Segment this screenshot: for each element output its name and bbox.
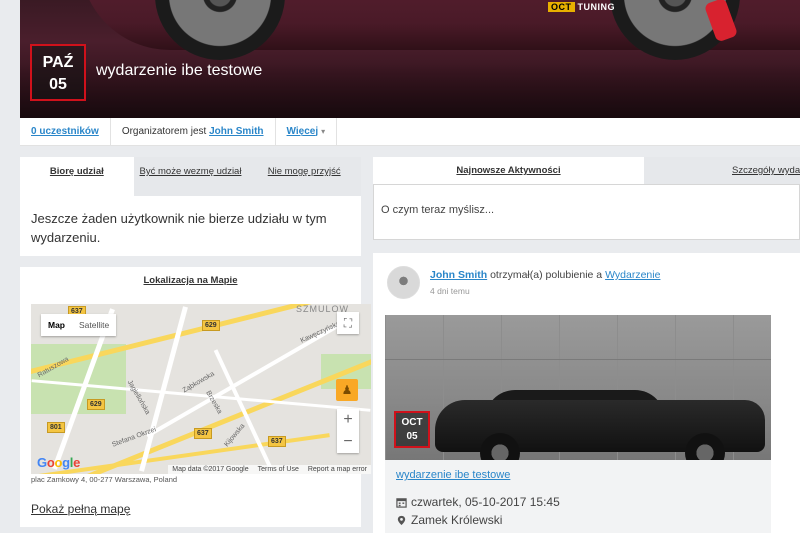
fullscreen-icon[interactable]: ⛶ bbox=[337, 312, 359, 334]
map-type-satellite-button[interactable]: Satellite bbox=[72, 314, 116, 336]
event-cover: OCT TUNING PAŹ 05 wydarzenie ibe testowe bbox=[20, 0, 800, 118]
activity-action-text: otrzymał(a) polubienie a bbox=[490, 269, 603, 281]
event-day: 05 bbox=[49, 76, 67, 93]
more-link[interactable]: Więcej bbox=[287, 126, 319, 137]
report-map-error-link[interactable]: Report a map error bbox=[308, 466, 367, 473]
event-date-badge: PAŹ 05 bbox=[30, 44, 86, 101]
activity-tabs: Najnowsze Aktywności Szczegóły wyda bbox=[373, 157, 800, 184]
participants-item: 0 uczestników bbox=[20, 117, 111, 146]
more-menu[interactable]: Więcej ▾ bbox=[276, 117, 338, 146]
event-info-bar: 0 uczestników Organizatorem jest John Sm… bbox=[20, 117, 800, 146]
zoom-out-button[interactable]: − bbox=[337, 431, 359, 453]
avatar[interactable] bbox=[387, 266, 420, 299]
status-input[interactable] bbox=[374, 185, 799, 216]
map-road-shield: 629 bbox=[87, 399, 105, 410]
event-card-photo[interactable]: OCT 05 bbox=[385, 315, 771, 460]
map-street-label: Kawęczyńska bbox=[299, 320, 342, 345]
street-view-pegman-icon[interactable]: ♟ bbox=[336, 379, 358, 401]
card-day: 05 bbox=[406, 431, 418, 442]
organizer-item: Organizatorem jest John Smith bbox=[111, 117, 276, 146]
cover-brand-logo: OCT TUNING bbox=[548, 2, 615, 12]
participants-link[interactable]: 0 uczestników bbox=[31, 126, 99, 137]
event-card: OCT 05 wydarzenie ibe testowe czwartek, … bbox=[385, 315, 771, 533]
attendance-empty-message: Jeszcze żaden użytkownik nie bierze udzi… bbox=[31, 211, 327, 245]
tab-not-attending[interactable]: Nie mogę przyjść bbox=[247, 157, 361, 196]
chevron-down-icon: ▾ bbox=[321, 126, 326, 136]
activity-item: John Smith otrzymał(a) polubienie a Wyda… bbox=[373, 253, 800, 533]
map-type-control: Map Satellite bbox=[41, 314, 117, 336]
location-pin-icon bbox=[397, 515, 406, 525]
calendar-icon bbox=[396, 497, 407, 508]
activity-target-link[interactable]: Wydarzenie bbox=[605, 269, 660, 281]
map-title: Lokalizacja na Mapie bbox=[143, 275, 238, 286]
map-data-credit: Map data ©2017 Google bbox=[172, 466, 249, 473]
zoom-in-button[interactable]: + bbox=[337, 409, 359, 431]
organizer-link[interactable]: John Smith bbox=[209, 126, 263, 137]
activity-timestamp: 4 dni temu bbox=[430, 286, 470, 296]
attendance-panel: Biorę udział Być może wezmę udział Nie m… bbox=[20, 157, 361, 256]
google-logo: Google bbox=[37, 455, 81, 470]
map-type-map-button[interactable]: Map bbox=[41, 314, 72, 336]
map-road-shield: 637 bbox=[194, 428, 212, 439]
organizer-label: Organizatorem jest bbox=[121, 125, 207, 137]
event-card-location: Zamek Królewski bbox=[396, 513, 502, 527]
google-map[interactable]: 637 629 629 801 637 637 Ratuszowa Kawęcz… bbox=[31, 304, 371, 474]
map-attribution: Map data ©2017 Google Terms of Use Repor… bbox=[168, 465, 371, 474]
card-month: OCT bbox=[401, 417, 423, 428]
map-panel: Lokalizacja na Mapie 637 629 629 801 637… bbox=[20, 267, 371, 527]
event-title: wydarzenie ibe testowe bbox=[96, 62, 263, 79]
event-month: PAŹ bbox=[42, 54, 74, 71]
map-road-shield: 801 bbox=[47, 422, 65, 433]
tab-latest-activity[interactable]: Najnowsze Aktywności bbox=[373, 157, 644, 184]
map-street-label: Jagiellońska bbox=[125, 379, 151, 416]
map-road-shield: 637 bbox=[268, 436, 286, 447]
tab-attending[interactable]: Biorę udział bbox=[20, 157, 134, 196]
map-address: plac Zamkowy 4, 00-277 Warszawa, Poland bbox=[31, 475, 178, 484]
terms-of-use-link[interactable]: Terms of Use bbox=[258, 466, 299, 473]
tab-maybe[interactable]: Być może wezmę udział bbox=[134, 157, 248, 196]
event-card-datetime: czwartek, 05-10-2017 15:45 bbox=[396, 495, 560, 509]
cover-wheel-front bbox=[155, 0, 285, 60]
map-road-shield: 629 bbox=[202, 320, 220, 331]
event-card-date-badge: OCT 05 bbox=[394, 411, 430, 448]
full-map-link[interactable]: Pokaż pełną mapę bbox=[31, 502, 130, 516]
event-card-title-link[interactable]: wydarzenie ibe testowe bbox=[396, 469, 510, 481]
attendance-tabs: Biorę udział Być może wezmę udział Nie m… bbox=[20, 157, 361, 196]
tab-event-details[interactable]: Szczegóły wyda bbox=[644, 157, 800, 184]
activity-user-link[interactable]: John Smith bbox=[430, 269, 487, 281]
zoom-control: + − bbox=[337, 409, 359, 453]
activity-headline: John Smith otrzymał(a) polubienie a Wyda… bbox=[430, 269, 660, 281]
status-composer bbox=[373, 184, 800, 240]
